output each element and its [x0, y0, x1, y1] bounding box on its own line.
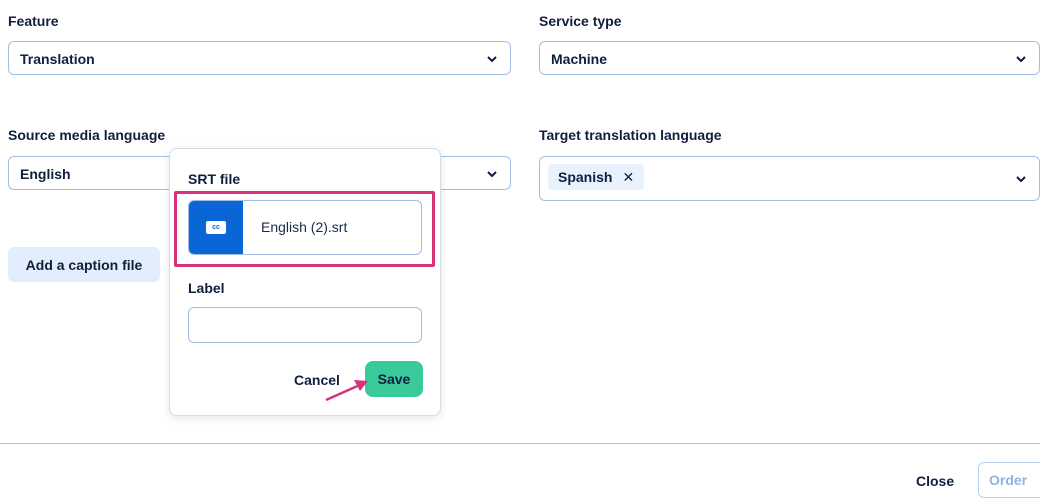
remove-tag-icon[interactable]: ✕ — [622, 169, 634, 186]
add-caption-file-button[interactable]: Add a caption file — [8, 247, 160, 282]
service-type-value: Machine — [551, 51, 608, 67]
language-tag-label: Spanish — [558, 169, 613, 185]
footer-divider — [0, 443, 1040, 444]
feature-value: Translation — [20, 51, 95, 67]
target-language-label: Target translation language — [539, 127, 722, 143]
order-button[interactable]: Order — [978, 462, 1040, 498]
chevron-down-icon — [1016, 56, 1026, 63]
label-field-label: Label — [188, 280, 225, 296]
arrow-icon — [325, 380, 368, 402]
srt-file-label: SRT file — [188, 171, 241, 187]
close-button[interactable]: Close — [916, 473, 954, 489]
label-input[interactable] — [188, 307, 422, 343]
save-button[interactable]: Save — [365, 361, 423, 397]
service-type-select[interactable]: Machine — [539, 41, 1040, 75]
feature-label: Feature — [8, 13, 59, 29]
service-type-label: Service type — [539, 13, 622, 29]
highlight-box — [174, 191, 435, 267]
feature-select[interactable]: Translation — [8, 41, 511, 75]
chevron-down-icon — [1016, 176, 1026, 183]
chevron-down-icon — [487, 56, 497, 63]
target-language-select[interactable]: Spanish ✕ — [539, 156, 1040, 201]
language-tag: Spanish ✕ — [548, 164, 645, 190]
source-language-label: Source media language — [8, 127, 166, 143]
chevron-down-icon — [487, 171, 497, 178]
source-language-value: English — [20, 166, 71, 182]
